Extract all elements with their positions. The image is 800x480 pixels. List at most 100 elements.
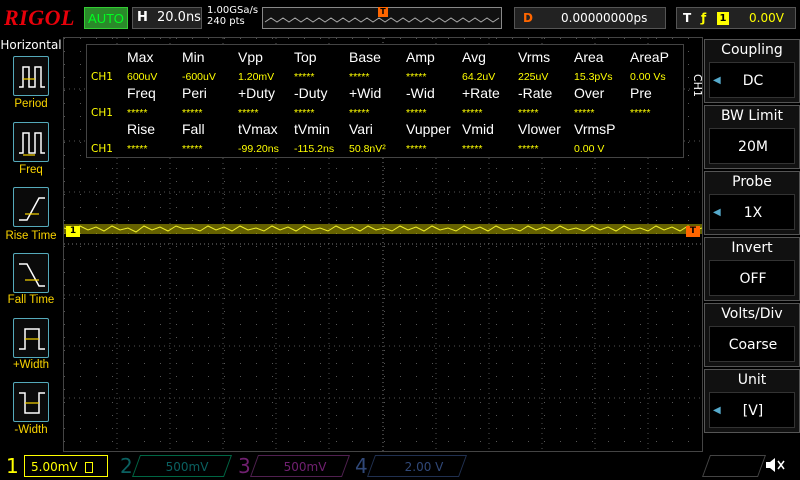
meas-value: 64.2uV [462,71,496,83]
meas-value: -99.20ns [238,143,279,155]
volts-div-value-box[interactable]: Coarse [709,326,795,362]
measure-category-title[interactable]: Horizontal [0,38,62,54]
fall-time-measure-button[interactable] [13,253,49,293]
meas-header-row: Freq Peri +Duty -Duty +Wid -Wid +Rate -R… [87,85,685,103]
run-state-indicator[interactable]: AUTO [84,7,128,29]
period-icon [19,66,45,88]
meas-value: ***** [182,107,203,119]
ch1-waveform [64,224,702,234]
memory-depth: 240 pts [207,16,245,27]
meas-header: +Wid [349,85,382,101]
sound-muted-icon[interactable] [764,456,786,478]
ch1-offset-marker[interactable]: 1 [66,226,80,237]
meas-value: ***** [349,107,370,119]
trigger-source: 1 [717,12,729,25]
volts-div-menu[interactable]: Volts/Div Coarse [704,303,800,367]
neg-width-icon [19,392,45,414]
meas-header: Vari [349,121,373,137]
trigger-position-marker[interactable]: T [378,7,388,17]
meas-channel-label: CH1 [91,71,113,83]
pos-width-measure-button[interactable] [13,318,49,358]
neg-width-measure-button[interactable] [13,382,49,422]
unit-menu[interactable]: Unit ◀ [V] [704,369,800,433]
meas-value: ***** [462,107,483,119]
meas-value: ***** [462,143,483,155]
trigger-level-marker[interactable]: T [686,226,700,237]
fall-time-icon [19,263,45,287]
meas-value: ***** [182,143,203,155]
sampling-info: 1.00GSa/s 240 pts [207,5,258,27]
meas-value: ***** [127,143,148,155]
unit-value: [V] [742,403,764,419]
pos-width-icon [19,328,45,350]
horizontal-delay[interactable]: D 0.00000000ps [514,7,666,29]
unit-title: Unit [737,372,767,388]
meas-header: +Duty [238,85,275,101]
meas-value: ***** [406,143,427,155]
meas-header: Avg [462,49,486,65]
meas-header: -Rate [518,85,553,101]
unit-value-box[interactable]: ◀ [V] [709,392,795,428]
meas-header: Base [349,49,381,65]
trigger-level: 0.00V [749,11,784,25]
ch4-number[interactable]: 4 [355,452,368,480]
invert-value-box[interactable]: OFF [709,260,795,296]
meas-header: tVmax [238,121,278,137]
meas-header-row: Max Min Vpp Top Base Amp Avg Vrms Area A… [87,49,685,67]
menu-channel-label: CH1 [691,74,704,97]
meas-value: -115.2ns [294,143,335,155]
meas-value: 0.00 Vs [630,71,666,83]
ch4-scale-tab[interactable]: 2.00 V [366,455,468,477]
bw-limit-value-box[interactable]: 20M [709,128,795,164]
ch1-scale-tab[interactable]: 5.00mV [24,455,108,477]
horizontal-timebase[interactable]: H 20.0ns [132,7,202,29]
bw-limit-menu[interactable]: BW Limit 20M [704,105,800,169]
coupling-value-box[interactable]: ◀ DC [709,62,795,98]
ch4-scale: 2.00 V [404,460,444,474]
meas-header: Vlower [518,121,561,137]
meas-header: Area [574,49,604,65]
probe-menu[interactable]: Probe ◀ 1X [704,171,800,235]
probe-value-box[interactable]: ◀ 1X [709,194,795,230]
ch3-scale-tab[interactable]: 500mV [249,455,351,477]
freq-measure-button[interactable] [13,122,49,162]
meas-header: tVmin [294,121,330,137]
meas-value: ***** [294,107,315,119]
ch2-scale-tab[interactable]: 500mV [131,455,233,477]
ch1-number[interactable]: 1 [6,452,19,480]
meas-header-row: Rise Fall tVmax tVmin Vari Vupper Vmid V… [87,121,685,139]
rise-time-measure-button[interactable] [13,187,49,227]
ch1-scale: 5.00mV [31,460,78,474]
meas-header: AreaP [630,49,669,65]
pos-width-label: +Width [12,359,50,371]
volts-div-value: Coarse [728,337,778,353]
meas-value: 50.8nV² [349,143,386,155]
meas-value: 225uV [518,71,549,83]
rise-time-icon [19,197,45,221]
trigger-status[interactable]: T ƒ 1 0.00V [676,7,796,29]
speaker-icon [766,458,785,472]
probe-title: Probe [732,174,772,190]
meas-header: Top [294,49,317,65]
invert-menu[interactable]: Invert OFF [704,237,800,301]
ch3-number[interactable]: 3 [238,452,251,480]
period-measure-button[interactable] [13,56,49,96]
probe-value: 1X [743,205,763,221]
meas-header: Vpp [238,49,263,65]
coupling-menu[interactable]: Coupling ◀ DC [704,39,800,103]
ch2-scale: 500mV [165,460,209,474]
meas-value: ***** [630,107,651,119]
ch2-number[interactable]: 2 [120,452,133,480]
rising-edge-icon: ƒ [701,11,707,25]
ch3-scale: 500mV [283,460,327,474]
rigol-logo: RIGOL [4,5,75,30]
meas-header: Over [574,85,605,101]
rise-time-label: Rise Time [5,230,57,242]
coupling-value: DC [742,73,764,89]
bw-limit-title: BW Limit [720,108,784,124]
meas-header: -Duty [294,85,328,101]
function-tab[interactable] [701,455,767,477]
meas-value: ***** [518,143,539,155]
delay-label: D [523,11,533,25]
meas-header: Peri [182,85,207,101]
